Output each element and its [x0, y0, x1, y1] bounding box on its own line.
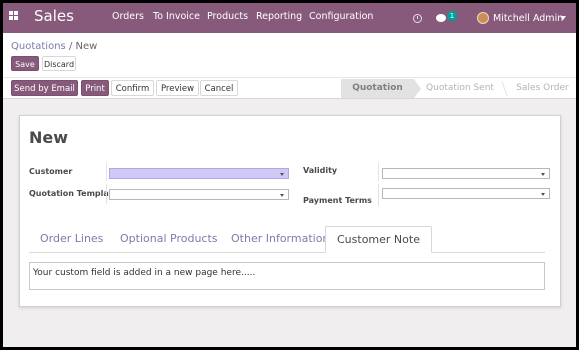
- tab-order-lines[interactable]: Order Lines: [29, 226, 114, 253]
- discard-button[interactable]: Discard: [42, 56, 76, 71]
- chat-bubble-icon[interactable]: [436, 14, 446, 22]
- preview-button[interactable]: Preview: [156, 80, 199, 96]
- avatar[interactable]: [477, 12, 489, 24]
- stage-sales-order[interactable]: Sales Order: [509, 79, 576, 98]
- menu-to-invoice[interactable]: To Invoice: [153, 11, 200, 22]
- payment-terms-label: Payment Terms: [303, 196, 372, 205]
- breadcrumb-quotations[interactable]: Quotations: [11, 41, 66, 52]
- tab-other-information[interactable]: Other Information: [220, 226, 340, 253]
- save-button[interactable]: Save: [11, 56, 39, 71]
- quotation-template-label: Quotation Template: [29, 189, 119, 198]
- app-name[interactable]: Sales: [34, 7, 74, 25]
- print-button[interactable]: Print: [81, 80, 109, 96]
- status-bar: Send by Email Print Confirm Preview Canc…: [3, 77, 576, 99]
- confirm-button[interactable]: Confirm: [111, 80, 154, 96]
- breadcrumb: Quotations / New: [11, 41, 97, 52]
- top-navbar: Sales Orders To Invoice Products Reporti…: [3, 3, 576, 33]
- customer-field[interactable]: [109, 168, 289, 179]
- chevron-down-icon: [541, 193, 545, 196]
- chevron-down-icon[interactable]: [560, 16, 566, 20]
- breadcrumb-current: New: [75, 41, 98, 52]
- form-sheet: New Customer Quotation Template Validity…: [19, 115, 561, 307]
- menu-reporting[interactable]: Reporting: [256, 11, 302, 22]
- customer-note-field[interactable]: Your custom field is added in a new page…: [29, 262, 545, 290]
- notebook-tabs: Order Lines Optional Products Other Info…: [29, 226, 545, 253]
- field-divider: [106, 184, 107, 204]
- control-panel: Quotations / New Save Discard Send by Em…: [3, 33, 576, 99]
- stage-quotation[interactable]: Quotation: [341, 79, 414, 98]
- menu-products[interactable]: Products: [207, 11, 248, 22]
- clock-icon[interactable]: [413, 14, 422, 23]
- user-name[interactable]: Mitchell Admin: [493, 13, 563, 24]
- field-divider: [106, 163, 107, 181]
- payment-terms-field[interactable]: [382, 188, 550, 199]
- message-count-badge: 1: [447, 11, 457, 21]
- stage-quotation-sent[interactable]: Quotation Sent: [421, 79, 499, 98]
- chevron-down-icon: [541, 173, 545, 176]
- tab-optional-products[interactable]: Optional Products: [109, 226, 229, 253]
- cancel-button[interactable]: Cancel: [200, 80, 238, 96]
- stage-divider: [501, 81, 508, 96]
- stage-chevron: [414, 79, 421, 98]
- menu-configuration[interactable]: Configuration: [309, 11, 373, 22]
- customer-label: Customer: [29, 167, 73, 176]
- menu-orders[interactable]: Orders: [112, 11, 144, 22]
- chevron-down-icon: [280, 194, 284, 197]
- field-divider: [378, 184, 379, 206]
- validity-field[interactable]: [382, 168, 550, 179]
- chevron-down-icon: [280, 173, 284, 176]
- screen: Sales Orders To Invoice Products Reporti…: [3, 3, 576, 347]
- send-by-email-button[interactable]: Send by Email: [11, 80, 78, 96]
- validity-label: Validity: [303, 166, 338, 175]
- quotation-template-field[interactable]: [109, 189, 289, 200]
- record-title: New: [29, 128, 69, 147]
- field-divider: [378, 163, 379, 181]
- stage-pipeline: Quotation Quotation Sent Sales Order: [341, 79, 576, 98]
- breadcrumb-separator: /: [68, 41, 73, 52]
- apps-grid-icon[interactable]: [9, 11, 18, 20]
- tab-customer-note[interactable]: Customer Note: [325, 226, 432, 253]
